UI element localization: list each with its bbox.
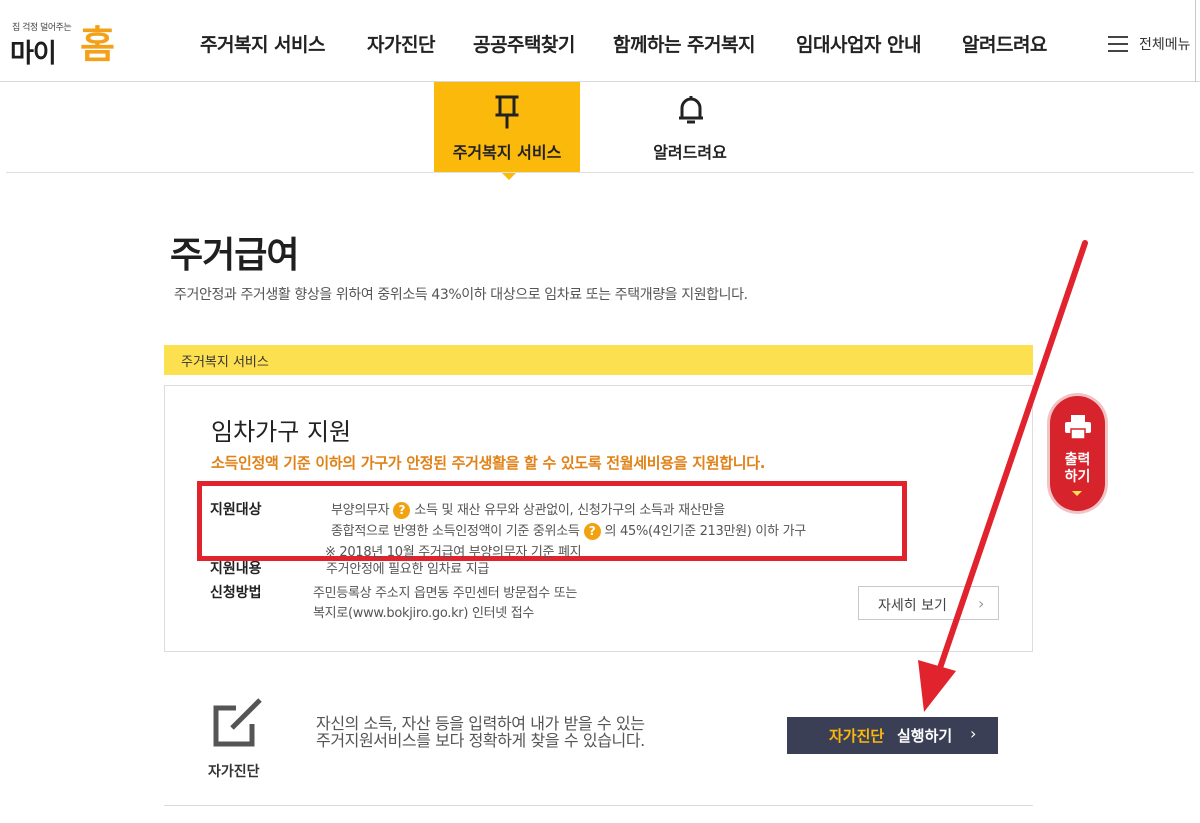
chevron-right-icon: › bbox=[970, 724, 977, 743]
run-self-diagnosis-highlight[interactable]: 자가진단 bbox=[829, 725, 884, 746]
run-self-diagnosis-label[interactable]: 실행하기 bbox=[897, 725, 952, 746]
caret-down-icon bbox=[1072, 491, 1082, 496]
service-category-label: 주거복지 서비스 bbox=[181, 355, 269, 370]
self-diagnosis-description: 자신의 소득, 자산 등을 입력하여 내가 받을 수 있는 주거지원서비스를 보… bbox=[316, 715, 645, 749]
chevron-right-icon: › bbox=[978, 594, 985, 613]
nav-housing-welfare[interactable]: 주거복지 서비스 bbox=[200, 30, 325, 57]
nav-self-diagnosis[interactable]: 자가진단 bbox=[367, 30, 435, 57]
edit-icon bbox=[213, 698, 262, 747]
card-highlight: 소득인정액 기준 이하의 가구가 안정된 주거생활을 할 수 있도록 전월세비용… bbox=[211, 454, 766, 472]
nav-public-housing[interactable]: 공공주택찾기 bbox=[473, 30, 575, 57]
card-title: 임차가구 지원 bbox=[211, 418, 352, 446]
apply-method-label: 신청방법 bbox=[210, 585, 262, 601]
support-content-label: 지원내용 bbox=[210, 561, 262, 577]
run-self-diagnosis-button[interactable] bbox=[787, 717, 998, 754]
self-diagnosis-text-line2: 주거지원서비스를 보다 정확하게 찾을 수 있습니다. bbox=[316, 731, 645, 750]
support-target-line2: 종합적으로 반영한 소득인정액이 기준 중위소득? 의 45%(4인기준 213만… bbox=[331, 520, 806, 540]
bell-icon bbox=[679, 96, 703, 124]
support-target-line1-a: 부양의무자 bbox=[331, 503, 390, 518]
tabs-divider bbox=[6, 172, 1194, 173]
self-diagnosis-icon-label: 자가진단 bbox=[208, 764, 260, 780]
pin-icon bbox=[495, 95, 519, 129]
apply-method-line2: 복지로(www.bokjiro.go.kr) 인터넷 접수 bbox=[313, 606, 535, 621]
printer-icon bbox=[1065, 415, 1091, 440]
detail-view-button-label[interactable]: 자세히 보기 bbox=[878, 595, 947, 615]
help-icon[interactable]: ? bbox=[393, 502, 411, 519]
nav-together-welfare[interactable]: 함께하는 주거복지 bbox=[613, 30, 755, 57]
nav-landlord-guide[interactable]: 임대사업자 안내 bbox=[796, 30, 921, 57]
support-target-line1-b: 소득 및 재산 유무와 상관없이, 신청가구의 소득과 재산만을 bbox=[414, 503, 725, 518]
print-label-line1[interactable]: 출력 bbox=[1050, 452, 1105, 469]
support-target-line1: 부양의무자? 소득 및 재산 유무와 상관없이, 신청가구의 소득과 재산만을 bbox=[331, 499, 725, 519]
page-description: 주거안정과 주거생활 향상을 위하여 중위소득 43%이하 대상으로 임차료 또… bbox=[174, 287, 748, 303]
tab-notices-label[interactable]: 알려드려요 bbox=[620, 139, 760, 163]
logo-accent[interactable]: 홈 bbox=[80, 14, 115, 69]
page-title: 주거급여 bbox=[170, 235, 299, 276]
print-button-label[interactable]: 출력 하기 bbox=[1050, 452, 1105, 486]
self-diagnosis-text-line1: 자신의 소득, 자산 등을 입력하여 내가 받을 수 있는 bbox=[316, 714, 645, 733]
hamburger-menu-icon[interactable] bbox=[1108, 36, 1128, 52]
support-target-note: ※ 2018년 10월 주거급여 부양의무자 기준 폐지 bbox=[325, 545, 582, 560]
tab-housing-welfare-label[interactable]: 주거복지 서비스 bbox=[434, 139, 580, 163]
logo-tagline[interactable]: 집 걱정 덜어주는 bbox=[12, 20, 72, 33]
section-divider bbox=[164, 805, 1033, 806]
support-target-line2-a: 종합적으로 반영한 소득인정액이 기준 중위소득 bbox=[331, 524, 580, 539]
active-tab-pointer bbox=[501, 172, 517, 180]
header-divider bbox=[1195, 0, 1196, 82]
print-label-line2[interactable]: 하기 bbox=[1050, 469, 1105, 486]
all-menu-link[interactable]: 전체메뉴 bbox=[1139, 34, 1191, 54]
support-target-line2-b: 의 45%(4인기준 213만원) 이하 가구 bbox=[604, 524, 807, 539]
help-icon[interactable]: ? bbox=[583, 523, 601, 540]
service-category-band bbox=[164, 345, 1033, 375]
support-target-label: 지원대상 bbox=[210, 502, 262, 518]
nav-notices[interactable]: 알려드려요 bbox=[962, 30, 1047, 57]
apply-method-line1: 주민등록상 주소지 읍면동 주민센터 방문접수 또는 bbox=[313, 586, 578, 601]
logo-text[interactable]: 마이 bbox=[10, 33, 57, 70]
